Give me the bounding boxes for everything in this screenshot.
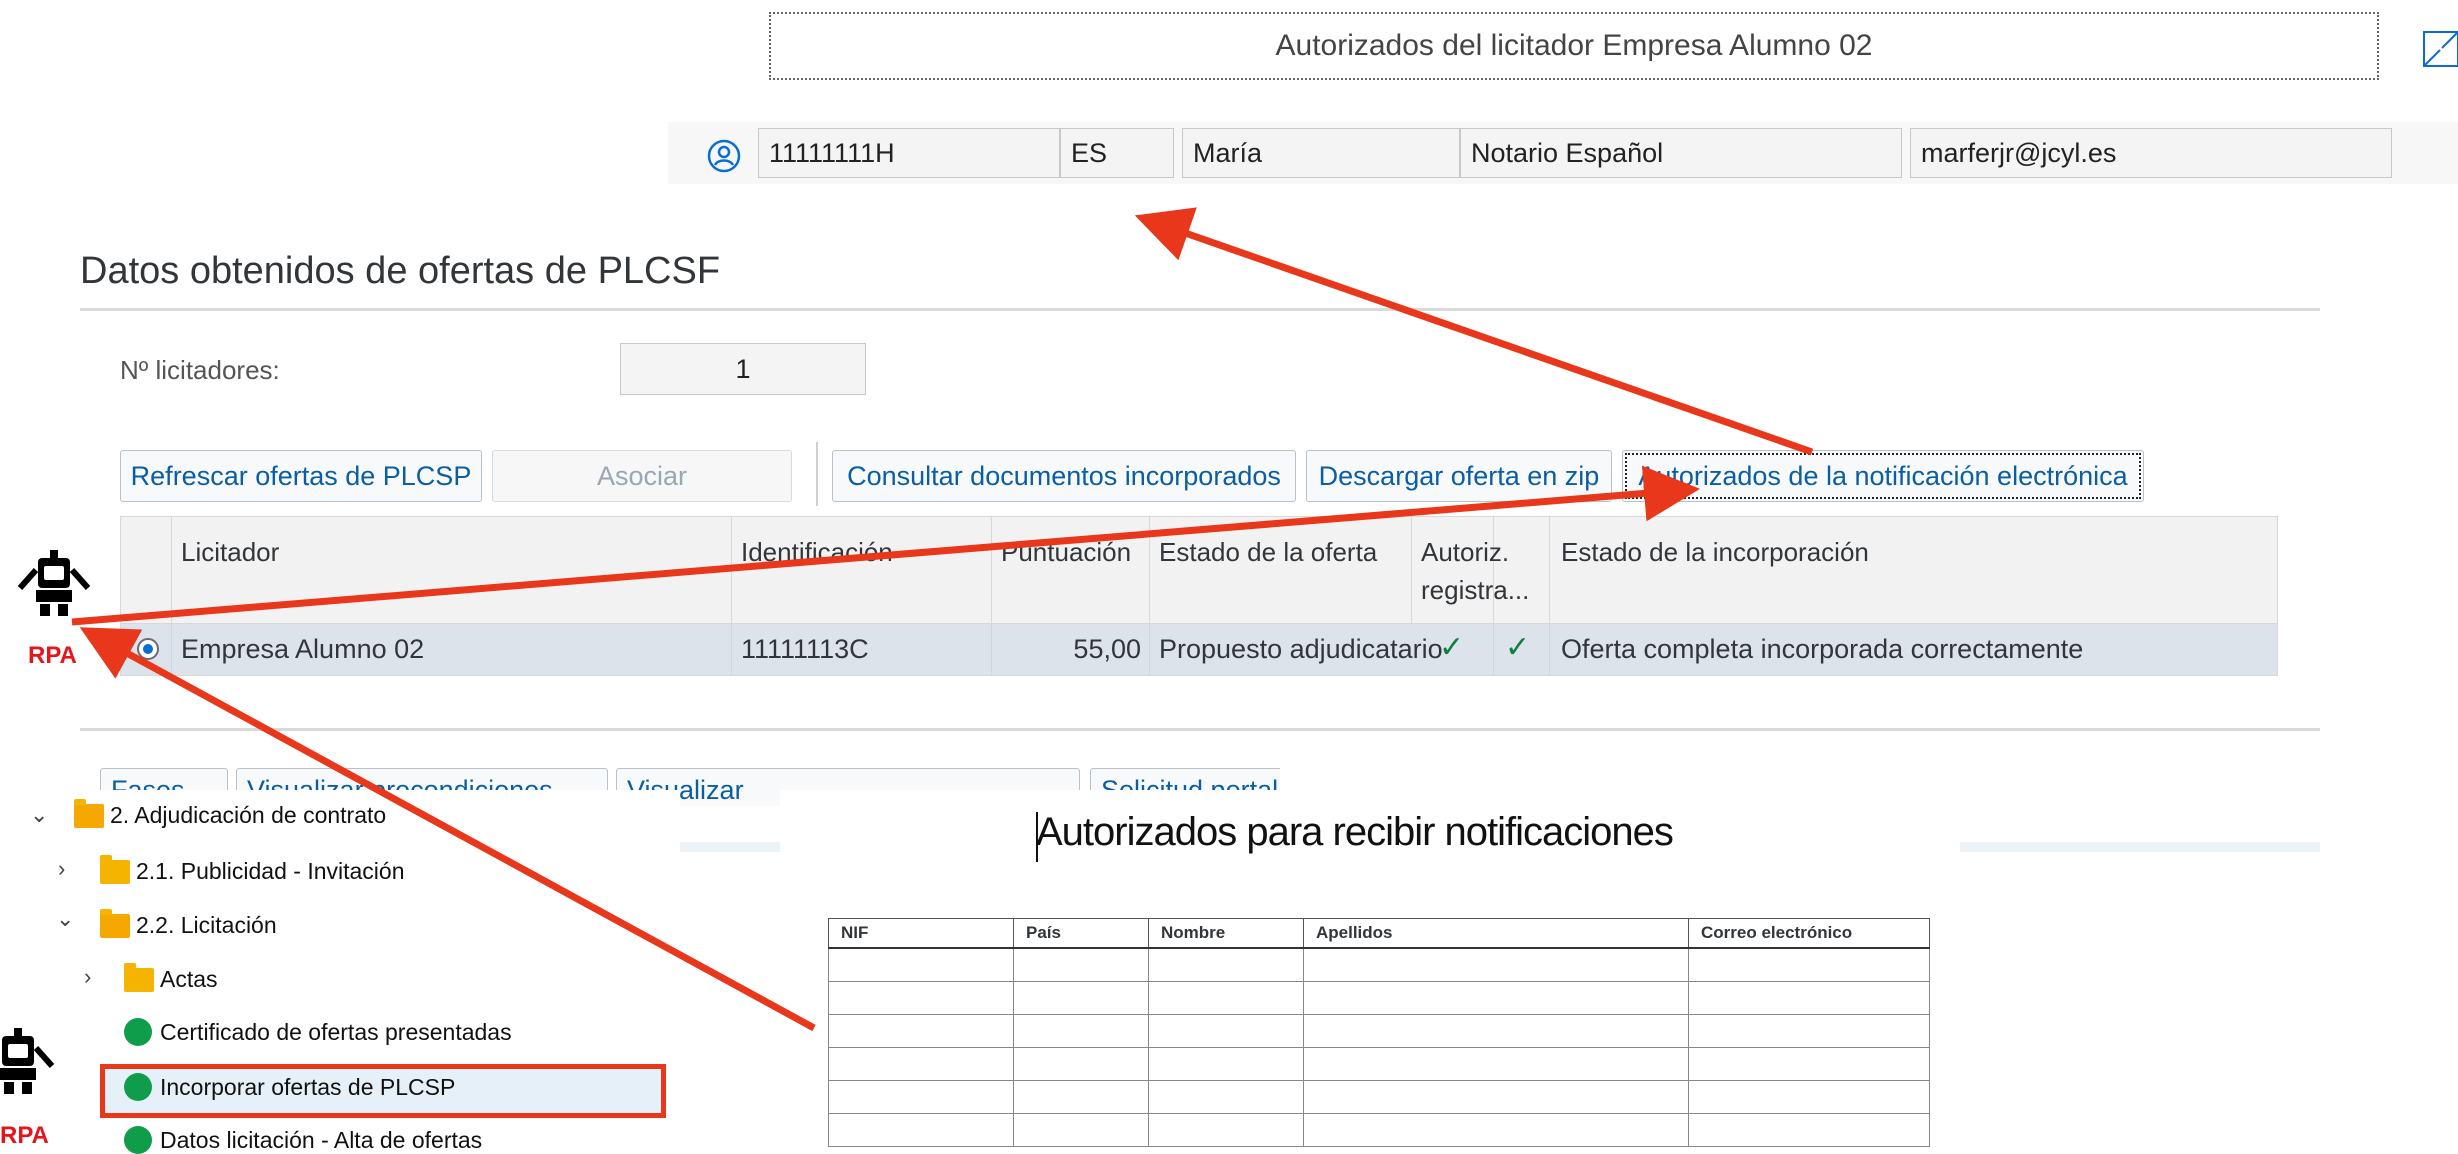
arrow-to-authorized-row bbox=[1134, 207, 1814, 456]
annotation-arrows bbox=[71, 207, 1814, 1032]
arrow-to-autorizados-button bbox=[71, 465, 1700, 626]
arrow-to-rpa bbox=[79, 627, 816, 1032]
